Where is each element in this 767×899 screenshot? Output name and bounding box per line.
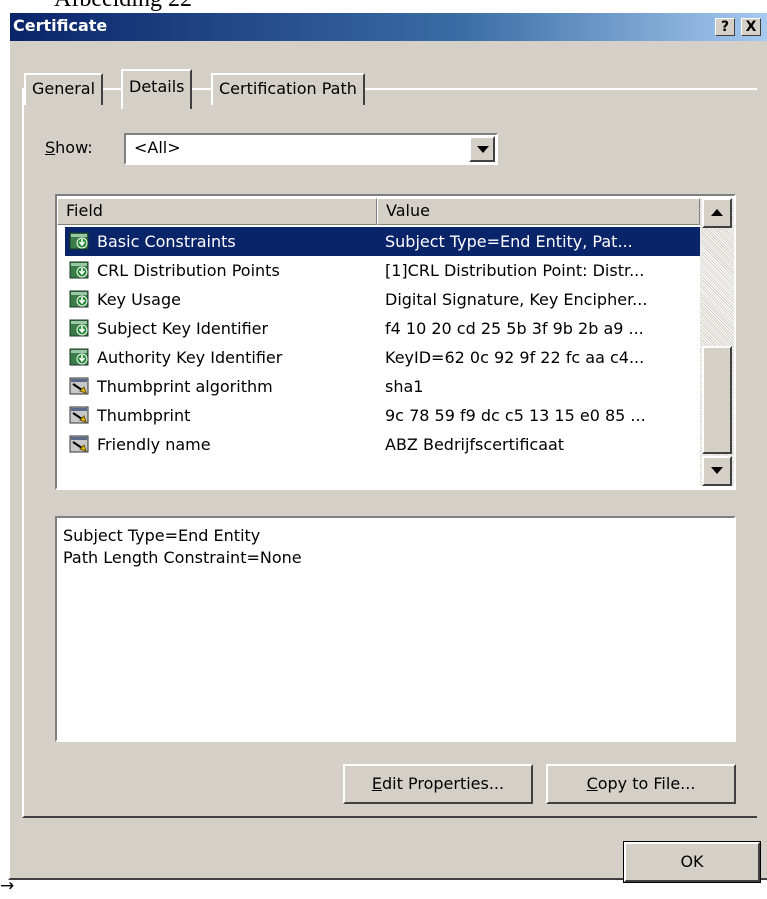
arrow-up-icon: [711, 209, 723, 216]
field-name-cell: Thumbprint: [97, 406, 191, 425]
property-icon: [69, 376, 91, 396]
field-list[interactable]: Field Value Basic Constraints Subject Typ…: [55, 194, 736, 490]
window-title: Certificate: [13, 16, 108, 35]
extension-icon: [69, 289, 91, 309]
footnote-arrow: →: [0, 876, 15, 896]
field-name-cell: Authority Key Identifier: [97, 348, 283, 367]
field-name-cell: Basic Constraints: [97, 232, 236, 251]
ok-button[interactable]: OK: [623, 841, 761, 883]
field-name-cell: Thumbprint algorithm: [97, 377, 273, 396]
table-row[interactable]: Key Usage Digital Signature, Key Encipher…: [65, 285, 700, 314]
field-name-cell: Friendly name: [97, 435, 211, 454]
help-button[interactable]: ?: [715, 18, 735, 36]
field-value-cell: KeyID=62 0c 92 9f 22 fc aa c4...: [385, 348, 645, 367]
column-header-value[interactable]: Value: [377, 198, 700, 225]
arrow-down-icon: [711, 467, 723, 474]
show-dropdown-button[interactable]: [469, 136, 495, 162]
chevron-down-icon: [477, 146, 489, 153]
property-icon: [69, 405, 91, 425]
edit-properties-button[interactable]: Edit Properties...: [343, 764, 533, 804]
show-select[interactable]: <All>: [124, 133, 498, 165]
scroll-down-button[interactable]: [702, 456, 732, 486]
table-row[interactable]: Friendly name ABZ Bedrijfscertificaat: [65, 430, 700, 459]
table-row[interactable]: Basic Constraints Subject Type=End Entity…: [65, 227, 700, 256]
table-row[interactable]: CRL Distribution Points [1]CRL Distributi…: [65, 256, 700, 285]
extension-icon: [69, 260, 91, 280]
extension-icon: [69, 347, 91, 367]
detail-line: Subject Type=End Entity: [63, 526, 261, 545]
vertical-scrollbar[interactable]: [700, 198, 734, 486]
field-value-cell: sha1: [385, 377, 424, 396]
field-value-cell: 9c 78 59 f9 dc c5 13 15 e0 85 ...: [385, 406, 646, 425]
close-button[interactable]: X: [741, 18, 761, 36]
field-value-cell: [1]CRL Distribution Point: Distr...: [385, 261, 645, 280]
field-value-cell: Digital Signature, Key Encipher...: [385, 290, 648, 309]
table-row[interactable]: Thumbprint algorithm sha1: [65, 372, 700, 401]
property-icon: [69, 434, 91, 454]
field-value-cell: ABZ Bedrijfscertificaat: [385, 435, 565, 454]
column-header-field[interactable]: Field: [57, 198, 377, 225]
extension-icon: [69, 318, 91, 338]
field-name-cell: Key Usage: [97, 290, 181, 309]
extension-icon: [69, 231, 91, 251]
scroll-up-button[interactable]: [702, 198, 732, 228]
tab-general[interactable]: General: [24, 73, 104, 105]
field-value-cell: Subject Type=End Entity, Pat...: [385, 232, 633, 251]
field-name-cell: Subject Key Identifier: [97, 319, 269, 338]
show-selected-value: <All>: [134, 138, 181, 157]
tab-certification-path[interactable]: Certification Path: [211, 73, 365, 105]
title-bar[interactable]: Certificate ? X: [10, 13, 767, 41]
tab-details[interactable]: Details: [121, 69, 193, 109]
table-row[interactable]: Thumbprint 9c 78 59 f9 dc c5 13 15 e0 85 …: [65, 401, 700, 430]
detail-line: Path Length Constraint=None: [63, 548, 302, 567]
scroll-thumb[interactable]: [702, 346, 732, 454]
copy-to-file-button[interactable]: Copy to File...: [546, 764, 736, 804]
show-label: Show:: [45, 138, 93, 157]
table-row[interactable]: Subject Key Identifier f4 10 20 cd 25 5b …: [65, 314, 700, 343]
field-name-cell: CRL Distribution Points: [97, 261, 280, 280]
table-row[interactable]: Authority Key Identifier KeyID=62 0c 92 9…: [65, 343, 700, 372]
field-value-cell: f4 10 20 cd 25 5b 3f 9b 2b a9 ...: [385, 319, 644, 338]
field-detail-box[interactable]: Subject Type=End Entity Path Length Cons…: [55, 516, 736, 742]
